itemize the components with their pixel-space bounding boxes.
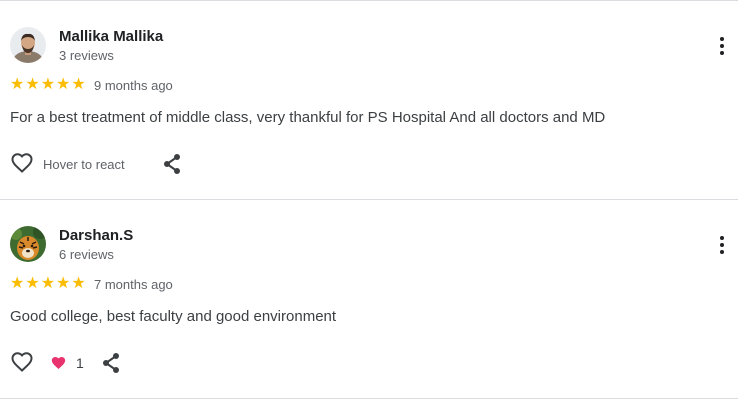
star-icon: ★ [71, 273, 86, 292]
share-icon [164, 154, 180, 174]
heart-outline-icon [11, 352, 33, 372]
vertical-dots-icon [720, 236, 724, 254]
share-button[interactable] [161, 152, 183, 176]
reviewer-name[interactable]: Darshan.S [59, 227, 133, 244]
star-icon: ★ [25, 74, 40, 93]
react-button[interactable] [10, 151, 34, 175]
divider-bottom [0, 398, 738, 399]
vertical-dots-icon [720, 37, 724, 55]
avatar[interactable] [10, 226, 46, 262]
tiger-photo-icon [10, 226, 46, 262]
star-rating: ★ ★ ★ ★ ★ [10, 275, 86, 291]
reviewer-name[interactable]: Mallika Mallika [59, 28, 163, 45]
star-icon: ★ [10, 273, 25, 292]
reaction-count: 1 [76, 355, 84, 371]
star-icon: ★ [40, 74, 56, 93]
review-time: 9 months ago [94, 78, 173, 93]
person-photo-icon [10, 27, 46, 63]
star-rating: ★ ★ ★ ★ ★ [10, 76, 86, 92]
more-options-button[interactable] [712, 34, 732, 58]
star-icon: ★ [56, 273, 71, 292]
review-count: 6 reviews [59, 247, 114, 262]
review-text: For a best treatment of middle class, ve… [10, 109, 606, 126]
star-icon: ★ [25, 273, 40, 292]
hover-to-react-label: Hover to react [43, 157, 125, 172]
react-button[interactable] [10, 350, 34, 374]
star-icon: ★ [71, 74, 86, 93]
heart-filled-icon [51, 357, 66, 369]
review-count: 3 reviews [59, 48, 114, 63]
share-icon [103, 353, 119, 373]
star-icon: ★ [56, 74, 71, 93]
heart-outline-icon [11, 153, 33, 173]
review-text: Good college, best faculty and good envi… [10, 308, 337, 325]
review-card: Mallika Mallika 3 reviews ★ ★ ★ ★ ★ 9 mo… [0, 1, 738, 199]
review-card: Darshan.S 6 reviews ★ ★ ★ ★ ★ 7 months a… [0, 200, 738, 398]
reaction-summary[interactable]: 1 [50, 354, 84, 372]
more-options-button[interactable] [712, 233, 732, 257]
avatar[interactable] [10, 27, 46, 63]
share-button[interactable] [100, 351, 122, 375]
star-icon: ★ [40, 273, 56, 292]
star-icon: ★ [10, 74, 25, 93]
review-time: 7 months ago [94, 277, 173, 292]
